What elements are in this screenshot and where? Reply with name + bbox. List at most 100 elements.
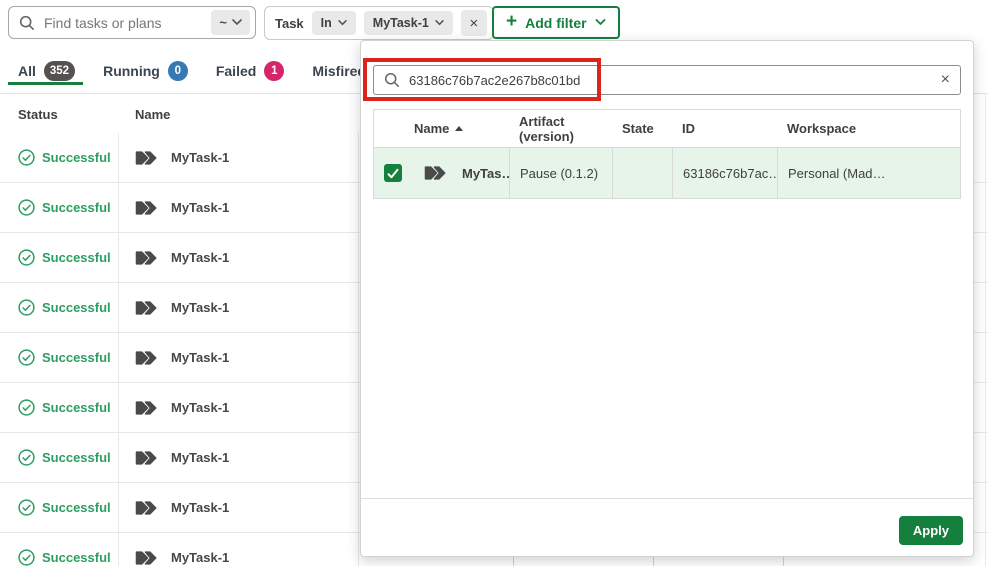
result-name-cell: MyTas… (374, 148, 509, 198)
tab-label: Failed (215, 63, 257, 79)
success-check-icon (18, 149, 35, 166)
task-value-picker-popup: 63186c76b7ac2e267b8c01bd × Name Artifact… (360, 40, 974, 557)
status-cell: Successful (18, 383, 111, 432)
task-icon (135, 250, 157, 265)
name-cell: MyTask-1 (135, 233, 229, 282)
success-check-icon (18, 199, 35, 216)
close-icon: × (469, 14, 479, 32)
task-icon (135, 550, 157, 565)
plus-icon: + (506, 11, 518, 32)
name-cell: MyTask-1 (135, 383, 229, 432)
popup-column-workspace[interactable]: Workspace (777, 110, 960, 147)
status-cell: Successful (18, 433, 111, 482)
popup-search-value: 63186c76b7ac2e267b8c01bd (409, 72, 581, 88)
column-header-status[interactable]: Status (18, 107, 58, 122)
task-icon (135, 350, 157, 365)
status-label: Successful (42, 300, 111, 315)
name-cell: MyTask-1 (135, 533, 229, 566)
name-cell: MyTask-1 (135, 283, 229, 332)
fuzzy-label: ~ (219, 15, 227, 30)
popup-search-input[interactable]: 63186c76b7ac2e267b8c01bd × (373, 65, 961, 95)
status-label: Successful (42, 250, 111, 265)
task-icon (424, 166, 446, 180)
status-label: Successful (42, 450, 111, 465)
tab-label: All (18, 63, 36, 79)
tab-running[interactable]: Running 0 (103, 49, 188, 93)
success-check-icon (18, 349, 35, 366)
tab-all[interactable]: All 352 (7, 49, 84, 93)
add-filter-label: Add filter (525, 14, 587, 31)
column-label: Artifact (version) (519, 113, 574, 144)
name-cell: MyTask-1 (135, 483, 229, 532)
search-input[interactable]: Find tasks or plans ~ (8, 6, 256, 39)
occluded-column-divider (653, 557, 654, 566)
apply-button[interactable]: Apply (898, 516, 963, 545)
fuzzy-match-button[interactable]: ~ (211, 10, 250, 35)
status-cell: Successful (18, 133, 111, 182)
result-state-cell (612, 148, 672, 198)
task-name: MyTask-1 (171, 450, 230, 465)
task-icon (135, 500, 157, 515)
result-name: MyTas… (462, 165, 509, 181)
popup-column-id[interactable]: ID (672, 110, 777, 147)
popup-result-row[interactable]: MyTas… Pause (0.1.2) 63186c76b7ac… Perso… (374, 148, 960, 198)
status-cell: Successful (18, 183, 111, 232)
task-icon (135, 400, 157, 415)
search-icon (19, 15, 34, 30)
task-name: MyTask-1 (171, 500, 230, 515)
status-label: Successful (42, 200, 111, 215)
task-name: MyTask-1 (171, 400, 230, 415)
status-cell: Successful (18, 233, 111, 282)
task-name: MyTask-1 (171, 350, 230, 365)
chevron-down-icon (435, 20, 444, 26)
sort-asc-icon (455, 126, 464, 131)
popup-column-state[interactable]: State (612, 110, 672, 147)
chip-operator-dropdown[interactable]: In (311, 11, 356, 35)
status-label: Successful (42, 150, 111, 165)
popup-table-header: Name Artifact (version) State ID Workspa… (374, 110, 960, 148)
chevron-down-icon (338, 20, 347, 26)
popup-column-name[interactable]: Name (374, 110, 509, 147)
result-artifact: Pause (0.1.2) (520, 165, 599, 181)
chip-value-dropdown[interactable]: MyTask-1 (363, 11, 453, 35)
name-cell: MyTask-1 (135, 133, 229, 182)
name-cell: MyTask-1 (135, 333, 229, 382)
add-filter-button[interactable]: + Add filter (492, 6, 620, 39)
task-name: MyTask-1 (171, 150, 230, 165)
success-check-icon (18, 499, 35, 516)
task-icon (135, 200, 157, 215)
success-check-icon (18, 449, 35, 466)
task-name: MyTask-1 (171, 200, 230, 215)
status-label: Successful (42, 550, 111, 565)
column-divider (985, 94, 986, 566)
close-icon: × (940, 71, 950, 88)
column-header-name[interactable]: Name (135, 107, 170, 122)
column-label: ID (682, 121, 695, 136)
chip-close-button[interactable]: × (460, 10, 487, 36)
status-label: Successful (42, 400, 111, 415)
popup-column-artifact[interactable]: Artifact (version) (509, 110, 612, 147)
clear-search-button[interactable]: × (941, 72, 950, 88)
tab-count-badge: 0 (167, 61, 188, 81)
chip-label: Task (275, 15, 304, 31)
status-label: Successful (42, 350, 111, 365)
result-artifact-cell: Pause (0.1.2) (509, 148, 612, 198)
success-check-icon (18, 249, 35, 266)
task-icon (135, 150, 157, 165)
success-check-icon (18, 549, 35, 566)
task-name: MyTask-1 (171, 300, 230, 315)
name-cell: MyTask-1 (135, 433, 229, 482)
tab-label: Running (103, 63, 160, 79)
row-checkbox[interactable] (384, 164, 402, 182)
column-label: Name (414, 121, 450, 136)
status-cell: Successful (18, 333, 111, 382)
occluded-column-divider (783, 557, 784, 566)
column-divider (358, 133, 359, 566)
operator-value: In (320, 16, 332, 30)
task-name: MyTask-1 (171, 550, 230, 565)
result-id: 63186c76b7ac… (683, 165, 777, 181)
status-cell: Successful (18, 283, 111, 332)
tab-failed[interactable]: Failed 1 (215, 49, 285, 93)
chip-value: MyTask-1 (372, 16, 429, 30)
occluded-column-divider (513, 557, 514, 566)
